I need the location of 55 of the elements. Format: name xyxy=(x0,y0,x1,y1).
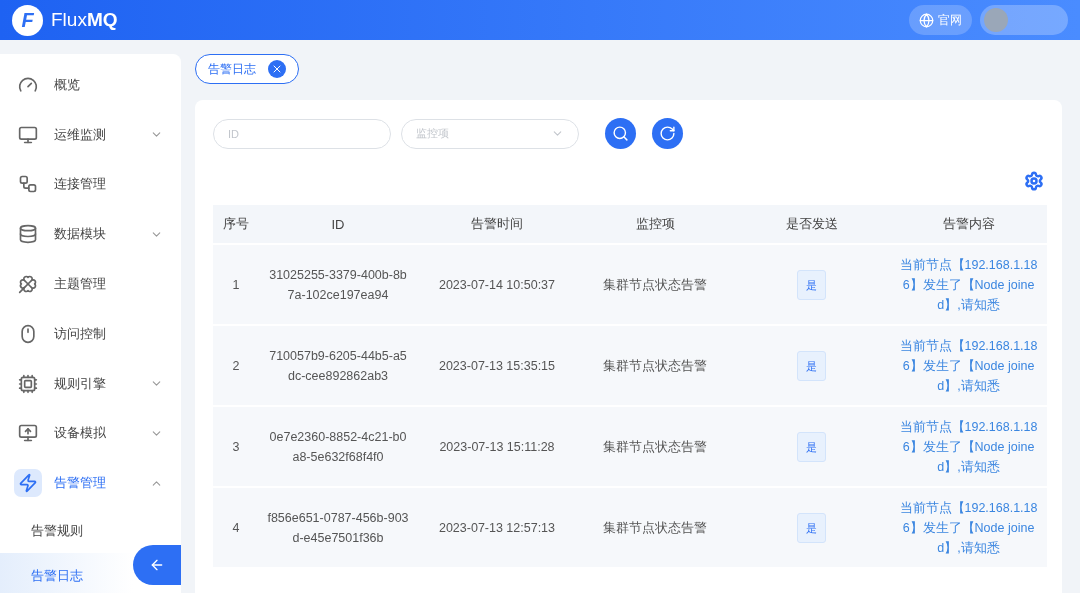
settings-icon[interactable] xyxy=(1024,171,1044,191)
table-cell: 集群节点状态告警 xyxy=(577,407,733,486)
table-cell: 集群节点状态告警 xyxy=(577,488,733,567)
column-header: 告警内容 xyxy=(890,205,1047,243)
search-button[interactable] xyxy=(605,118,636,149)
table-cell: 1 xyxy=(213,245,259,324)
search-icon xyxy=(612,125,629,142)
id-field[interactable]: ID xyxy=(213,118,391,149)
table-cell: 31025255-3379-400b-8b7a-102ce197ea94 xyxy=(259,245,417,324)
sidebar-item[interactable]: 运维监测 xyxy=(0,109,181,160)
column-header: ID xyxy=(259,205,417,243)
collapse-button[interactable] xyxy=(133,545,181,585)
table-cell: 2023-07-13 12:57:13 xyxy=(417,488,577,567)
refresh-icon xyxy=(659,125,676,142)
column-header: 告警时间 xyxy=(417,205,577,243)
table-cell: 3 xyxy=(213,407,259,486)
table-cell: 2023-07-13 15:11:28 xyxy=(417,407,577,486)
logo-icon: F xyxy=(12,4,43,36)
sidebar-item[interactable]: 设备模拟 xyxy=(0,408,181,459)
alarm-content: 当前节点【192.168.1.186】发生了【Node joined】,请知悉 xyxy=(898,337,1039,395)
lightning-icon xyxy=(14,469,42,498)
table-cell: 4 xyxy=(213,488,259,567)
arrow-left-icon xyxy=(149,557,165,573)
table-cell: 集群节点状态告警 xyxy=(577,326,733,405)
sidebar-item[interactable]: 告警管理 xyxy=(0,458,181,509)
tab[interactable]: 告警日志 xyxy=(195,54,299,84)
sent-badge: 是 xyxy=(797,269,826,300)
sent-badge: 是 xyxy=(797,431,826,462)
column-header: 是否发送 xyxy=(733,205,890,243)
refresh-button[interactable] xyxy=(652,118,683,149)
sidebar-item[interactable]: 主题管理 xyxy=(0,259,181,309)
sidebar-item[interactable]: 概览 xyxy=(0,60,181,110)
table-cell: 710057b9-6205-44b5-a5dc-cee892862ab3 xyxy=(259,326,417,405)
column-header: 监控项 xyxy=(577,205,733,243)
globe-icon xyxy=(919,12,934,28)
sidebar-item[interactable]: 访问控制 xyxy=(0,309,181,359)
alarm-content: 当前节点【192.168.1.186】发生了【Node joined】,请知悉 xyxy=(898,418,1039,476)
avatar-icon xyxy=(984,8,1008,32)
table-cell: 2023-07-13 15:35:15 xyxy=(417,326,577,405)
table-cell: f856e651-0787-456b-903d-e45e7501f36b xyxy=(259,488,417,567)
sent-badge: 是 xyxy=(797,350,826,381)
sent-badge: 是 xyxy=(797,512,826,543)
sidebar-item[interactable]: 数据模块 xyxy=(0,209,181,260)
column-header: 序号 xyxy=(213,205,259,243)
sidebar-subitem[interactable]: 告警规则 xyxy=(0,508,133,554)
close-icon[interactable] xyxy=(268,60,286,78)
sidebar-item[interactable]: 连接管理 xyxy=(0,159,181,210)
alarm-content: 当前节点【192.168.1.186】发生了【Node joined】,请知悉 xyxy=(898,499,1039,557)
sidebar-item[interactable]: 规则引擎 xyxy=(0,358,181,409)
brand-name: FluxMQ xyxy=(51,9,118,31)
table-cell: 0e7e2360-8852-4c21-b0a8-5e632f68f4f0 xyxy=(259,407,417,486)
alarm-content: 当前节点【192.168.1.186】发生了【Node joined】,请知悉 xyxy=(898,256,1039,314)
table-cell: 2023-07-14 10:50:37 xyxy=(417,245,577,324)
table-cell: 集群节点状态告警 xyxy=(577,245,733,324)
table-cell: 2 xyxy=(213,326,259,405)
